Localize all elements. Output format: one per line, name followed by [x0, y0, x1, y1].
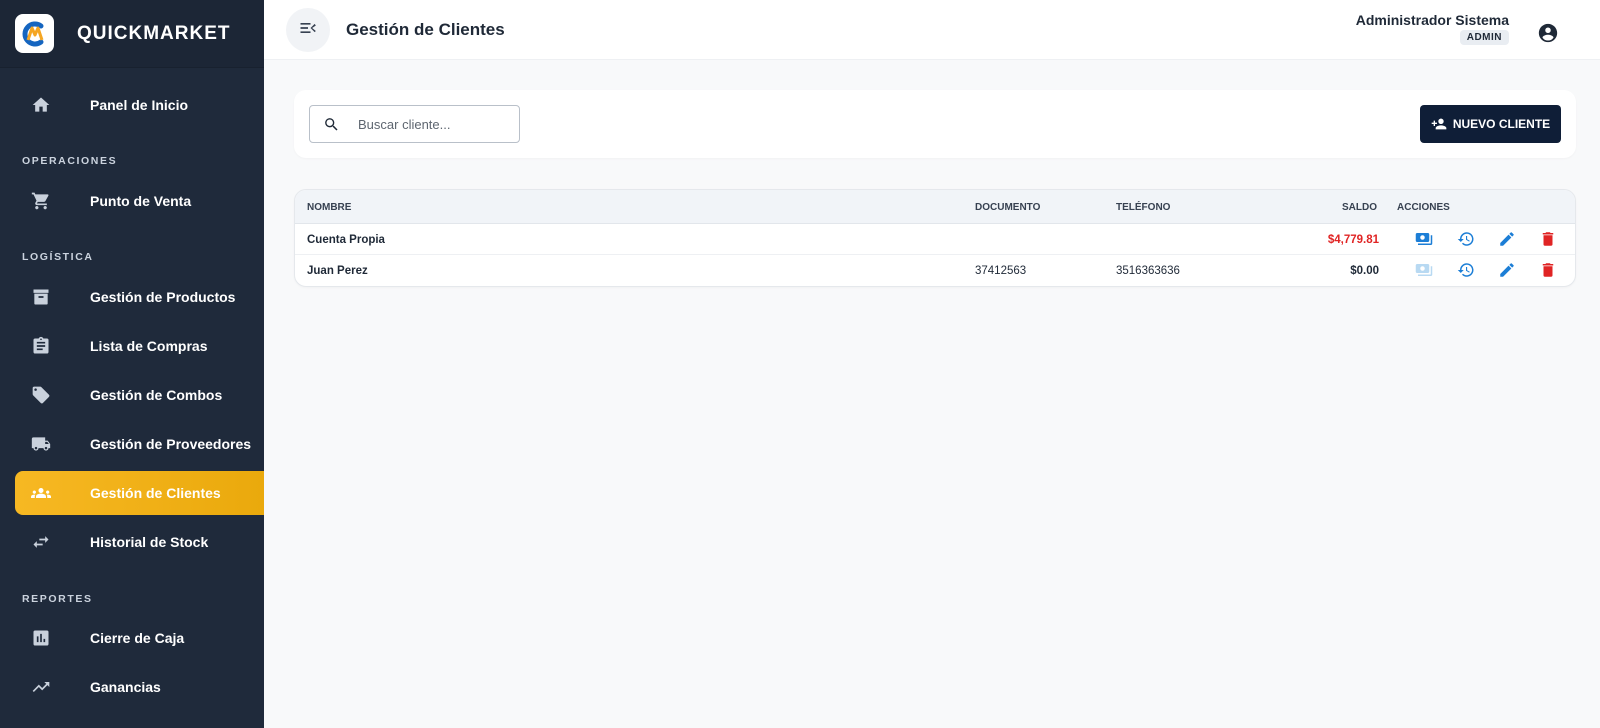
sidebar-item-gestion-clientes[interactable]: Gestión de Clientes — [15, 471, 264, 515]
sidebar-item-panel-inicio[interactable]: Panel de Inicio — [15, 83, 264, 127]
page-title: Gestión de Clientes — [346, 20, 505, 39]
sidebar-item-ganancias[interactable]: Ganancias — [15, 665, 264, 709]
sidebar-item-gestion-proveedores[interactable]: Gestión de Proveedores — [15, 422, 264, 466]
sidebar-item-historial-stock[interactable]: Historial de Stock — [15, 520, 264, 564]
table-header: NOMBRE DOCUMENTO TELÉFONO SALDO ACCIONES — [295, 190, 1575, 224]
bar-chart-icon — [30, 627, 52, 649]
sidebar-item-label: Historial de Stock — [90, 534, 209, 550]
column-header-telefono: TELÉFONO — [1116, 202, 1171, 213]
sidebar-item-label: Punto de Venta — [90, 193, 192, 209]
new-client-label: NUEVO CLIENTE — [1452, 117, 1551, 131]
delete-icon[interactable] — [1539, 230, 1557, 248]
search-card: NUEVO CLIENTE — [294, 90, 1576, 158]
home-icon — [30, 94, 52, 116]
trending-up-icon — [30, 676, 52, 698]
history-icon[interactable] — [1457, 230, 1475, 248]
table-row: Juan Perez 37412563 3516363636 $0.00 — [295, 255, 1575, 286]
history-icon[interactable] — [1457, 261, 1475, 279]
cell-nombre: Juan Perez — [307, 265, 368, 277]
column-header-saldo: SALDO — [1342, 202, 1377, 213]
table-row: Cuenta Propia $4,779.81 — [295, 224, 1575, 255]
truck-icon — [30, 433, 52, 455]
archive-icon — [30, 286, 52, 308]
user-name: Administrador Sistema — [1355, 12, 1509, 28]
column-header-nombre: NOMBRE — [307, 202, 352, 213]
sidebar-item-gestion-productos[interactable]: Gestión de Productos — [15, 275, 264, 319]
tag-icon — [30, 384, 52, 406]
sidebar-item-label: Gestión de Proveedores — [90, 436, 252, 452]
pay-money-icon — [1415, 261, 1433, 279]
menu-collapse-icon — [298, 18, 318, 43]
brand: QUICKMARKET — [0, 0, 264, 68]
delete-icon[interactable] — [1539, 261, 1557, 279]
sidebar-item-lista-compras[interactable]: Lista de Compras — [15, 324, 264, 368]
edit-icon[interactable] — [1498, 230, 1516, 248]
pay-money-icon[interactable] — [1415, 230, 1433, 248]
person-add-icon — [1431, 116, 1447, 132]
sidebar-item-cierre-caja[interactable]: Cierre de Caja — [15, 616, 264, 660]
cell-documento: 37412563 — [975, 265, 1027, 277]
sidebar-item-gestion-combos[interactable]: Gestión de Combos — [15, 373, 264, 417]
cell-telefono: 3516363636 — [1116, 265, 1180, 277]
cell-saldo: $4,779.81 — [1327, 234, 1379, 246]
menu-toggle-button[interactable] — [286, 8, 330, 52]
topbar: Gestión de Clientes Administrador Sistem… — [264, 0, 1600, 60]
clipboard-icon — [30, 335, 52, 357]
column-header-acciones: ACCIONES — [1397, 202, 1450, 213]
search-icon — [322, 115, 340, 133]
brand-name: QUICKMARKET — [77, 22, 231, 44]
swap-icon — [30, 531, 52, 553]
section-label-logistica: LOGÍSTICA — [22, 251, 94, 263]
search-input[interactable] — [358, 116, 518, 132]
sidebar-item-label: Lista de Compras — [90, 338, 208, 354]
section-label-reportes: REPORTES — [22, 593, 93, 605]
user-role-badge: ADMIN — [1459, 30, 1509, 45]
quickmarket-logo[interactable] — [15, 14, 54, 53]
new-client-button[interactable]: NUEVO CLIENTE — [1420, 105, 1561, 143]
cart-icon — [30, 190, 52, 212]
cell-saldo: $0.00 — [1350, 265, 1379, 277]
section-label-operaciones: OPERACIONES — [22, 155, 118, 167]
account-circle-icon[interactable] — [1536, 21, 1560, 45]
clients-table: NOMBRE DOCUMENTO TELÉFONO SALDO ACCIONES… — [294, 189, 1576, 287]
sidebar-item-punto-venta[interactable]: Punto de Venta — [15, 179, 264, 223]
cell-nombre: Cuenta Propia — [307, 234, 385, 246]
sidebar: QUICKMARKET Panel de Inicio OPERACIONES … — [0, 0, 264, 728]
search-box[interactable] — [309, 105, 520, 143]
edit-icon[interactable] — [1498, 261, 1516, 279]
sidebar-item-label: Gestión de Combos — [90, 387, 223, 403]
sidebar-item-label: Cierre de Caja — [90, 630, 185, 646]
column-header-documento: DOCUMENTO — [975, 202, 1041, 213]
sidebar-item-label: Ganancias — [90, 679, 161, 695]
sidebar-item-label: Gestión de Clientes — [90, 485, 221, 501]
sidebar-item-label: Panel de Inicio — [90, 97, 189, 113]
people-icon — [30, 482, 52, 504]
sidebar-item-label: Gestión de Productos — [90, 289, 236, 305]
